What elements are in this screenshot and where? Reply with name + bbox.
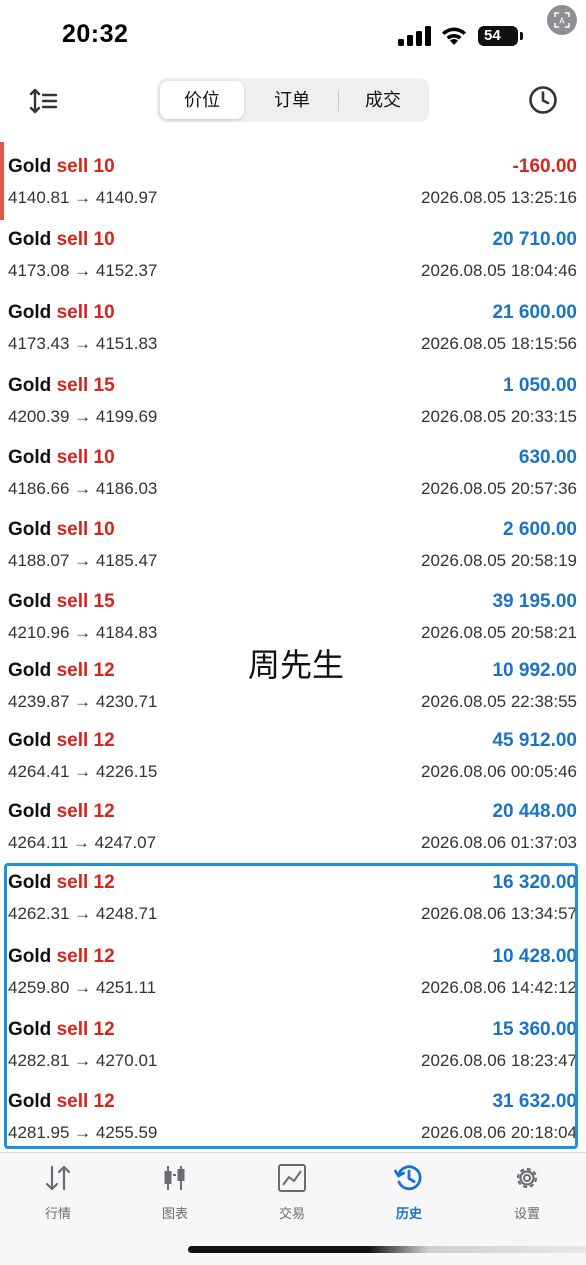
trade-symbol: Gold <box>8 801 52 822</box>
trade-time: 2026.08.05 18:04:46 <box>421 261 577 280</box>
period-clock-icon[interactable] <box>527 84 559 116</box>
trade-prices: 4173.08 → 4152.37 <box>8 261 158 280</box>
trade-time: 2026.08.05 20:58:19 <box>421 551 577 570</box>
trade-side-volume: sell 12 <box>56 730 115 751</box>
trade-time: 2026.08.05 20:57:36 <box>421 479 577 498</box>
quotes-arrows-icon <box>45 1165 71 1191</box>
trade-side-volume: sell 10 <box>56 447 115 468</box>
table-row[interactable]: Gold sell 10 4186.66 → 4186.03 630.00 20… <box>0 425 586 498</box>
tab-positions[interactable]: 价位 <box>160 81 244 119</box>
tab-history[interactable]: 历史 <box>369 1163 449 1223</box>
candlestick-icon <box>164 1166 185 1190</box>
segment-divider <box>338 91 339 111</box>
table-row[interactable]: Gold sell 12 4264.41 → 4226.15 45 912.00… <box>0 708 586 781</box>
trade-symbol: Gold <box>8 302 52 323</box>
history-clock-icon <box>394 1165 422 1191</box>
svg-text:A: A <box>559 17 565 26</box>
trade-prices: 4173.43 → 4151.83 <box>8 334 158 353</box>
trade-profit: 45 912.00 <box>492 730 577 751</box>
gear-icon <box>516 1167 538 1189</box>
tab-label: 图表 <box>161 1207 188 1222</box>
translate-icon: A <box>554 12 570 28</box>
trade-profit: 20 710.00 <box>492 229 577 250</box>
watermark-text: 周先生 <box>248 646 345 684</box>
trade-time: 2026.08.05 18:15:56 <box>421 334 577 353</box>
trade-prices: 4200.39 → 4199.69 <box>8 407 158 426</box>
tab-label: 交易 <box>278 1207 305 1222</box>
table-row[interactable]: Gold sell 15 4210.96 → 4184.83 39 195.00… <box>0 569 586 642</box>
trade-profit: 20 448.00 <box>492 801 577 822</box>
trade-profit: 10 992.00 <box>492 660 577 681</box>
tab-orders[interactable]: 订单 <box>248 81 336 119</box>
tab-trade[interactable]: 交易 <box>252 1163 332 1223</box>
trade-profit: 39 195.00 <box>492 591 577 612</box>
wifi-icon <box>442 27 466 45</box>
trade-symbol: Gold <box>8 591 52 612</box>
tab-settings[interactable]: 设置 <box>487 1163 567 1223</box>
status-bar: 20:32 54 A <box>0 0 586 70</box>
trade-profit: 630.00 <box>518 447 577 468</box>
trade-prices: 4140.81 → 4140.97 <box>8 188 158 207</box>
history-segmented-control: 价位 订单 成交 <box>157 78 429 122</box>
tab-label: 行情 <box>44 1207 71 1222</box>
trade-prices: 4186.66 → 4186.03 <box>8 479 158 498</box>
battery-indicator: 54 <box>478 26 523 46</box>
trade-side-volume: sell 15 <box>56 375 115 396</box>
table-row[interactable]: Gold sell 15 4200.39 → 4199.69 1 050.00 … <box>0 353 586 426</box>
trade-profit: 21 600.00 <box>492 302 577 323</box>
trade-side-volume: sell 10 <box>56 519 115 540</box>
table-row[interactable]: Gold sell 10 4173.08 → 4152.37 20 710.00… <box>0 207 586 280</box>
trade-profit: -160.00 <box>512 156 577 177</box>
highlight-box <box>4 863 578 1149</box>
history-header: 价位 订单 成交 <box>0 70 586 134</box>
trade-symbol: Gold <box>8 447 52 468</box>
trade-time: 2026.08.05 13:25:16 <box>421 188 577 207</box>
trade-side-volume: sell 15 <box>56 591 115 612</box>
trade-symbol: Gold <box>8 519 52 540</box>
trade-prices: 4188.07 → 4185.47 <box>8 551 158 570</box>
trade-time: 2026.08.05 20:33:15 <box>421 407 577 426</box>
trade-symbol: Gold <box>8 730 52 751</box>
trade-chart-icon <box>278 1164 306 1192</box>
cellular-signal-icon <box>398 26 431 46</box>
trade-symbol: Gold <box>8 660 52 681</box>
home-indicator[interactable] <box>188 1246 586 1253</box>
trade-side-volume: sell 10 <box>56 156 115 177</box>
trade-symbol: Gold <box>8 375 52 396</box>
trade-symbol: Gold <box>8 229 52 250</box>
tab-deals[interactable]: 成交 <box>340 81 426 119</box>
tab-label: 历史 <box>395 1207 422 1222</box>
trade-side-volume: sell 10 <box>56 302 115 323</box>
trade-side-volume: sell 12 <box>56 660 115 681</box>
table-row[interactable]: Gold sell 12 4264.11 → 4247.07 20 448.00… <box>0 779 586 852</box>
status-time: 20:32 <box>62 20 129 48</box>
trade-side-volume: sell 12 <box>56 801 115 822</box>
table-row[interactable]: Gold sell 10 4173.43 → 4151.83 21 600.00… <box>0 280 586 353</box>
sort-icon[interactable] <box>28 86 60 116</box>
tab-quotes[interactable]: 行情 <box>18 1163 98 1223</box>
tab-charts[interactable]: 图表 <box>135 1163 215 1223</box>
tab-label: 设置 <box>513 1207 540 1222</box>
table-row[interactable]: Gold sell 10 4140.81 → 4140.97 -160.00 2… <box>0 134 586 207</box>
trade-profit: 1 050.00 <box>503 375 577 396</box>
trade-side-volume: sell 10 <box>56 229 115 250</box>
table-row[interactable]: Gold sell 10 4188.07 → 4185.47 2 600.00 … <box>0 497 586 570</box>
translate-button[interactable]: A <box>547 5 577 35</box>
trade-symbol: Gold <box>8 156 52 177</box>
trade-profit: 2 600.00 <box>503 519 577 540</box>
